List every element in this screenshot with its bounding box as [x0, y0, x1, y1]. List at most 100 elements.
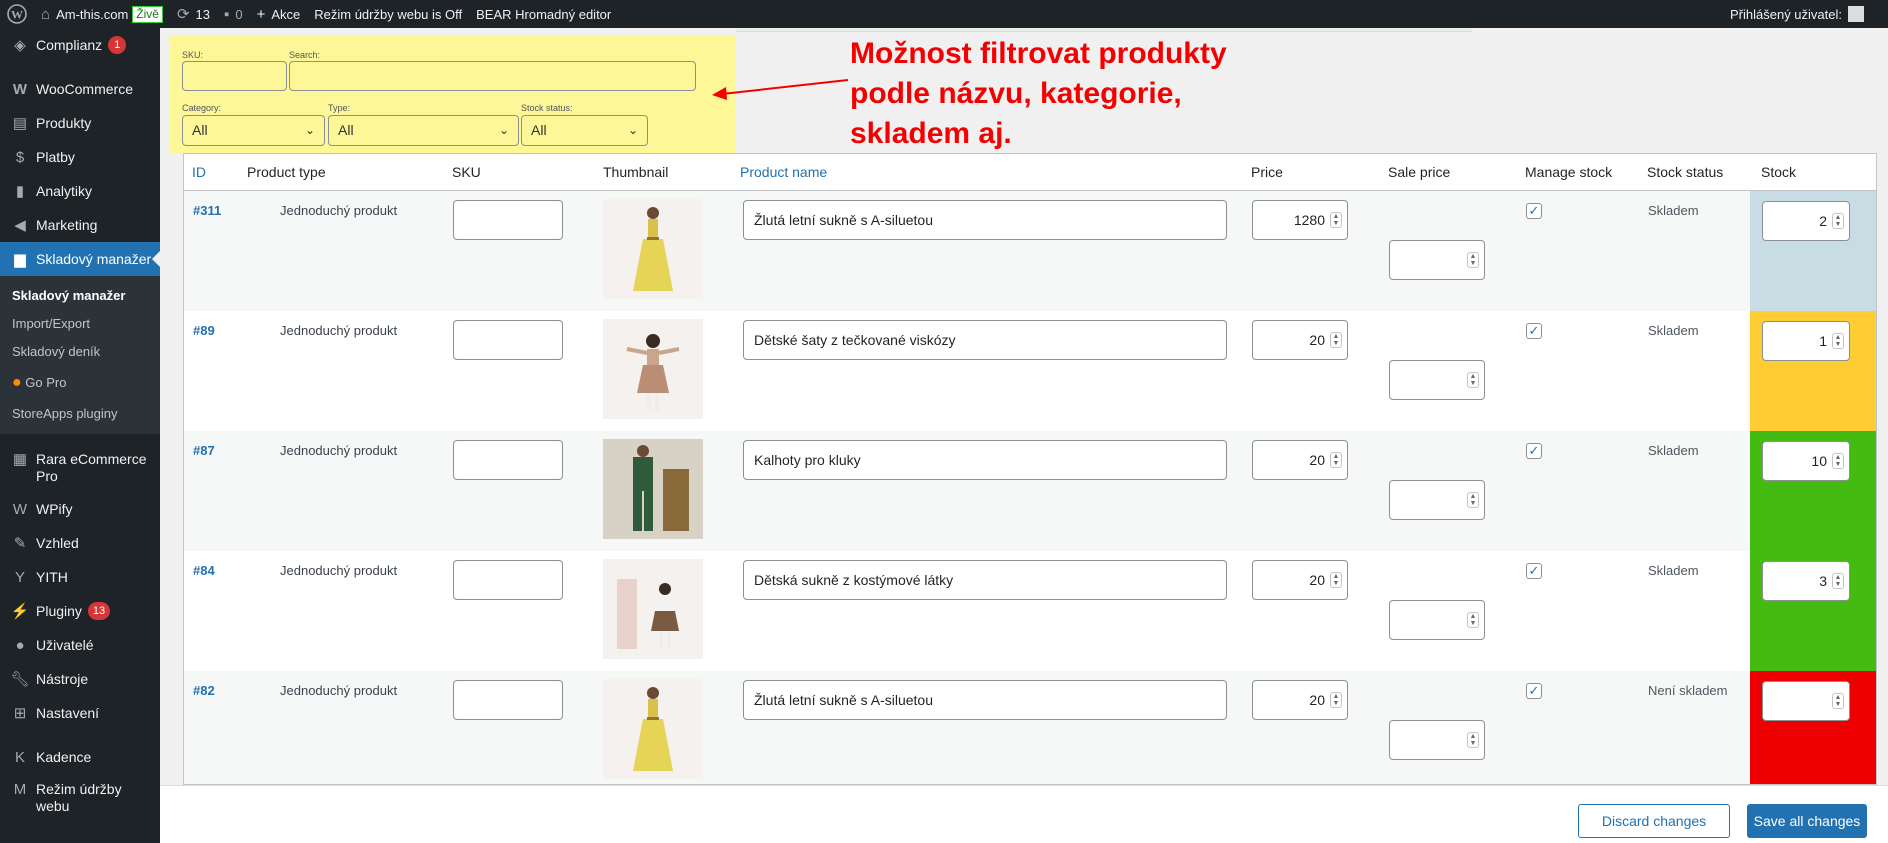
sidebar-item-nastroje[interactable]: 🔧︎ Nástroje — [0, 662, 160, 696]
product-name-input[interactable]: Žlutá letní sukně s A-siluetou — [743, 680, 1227, 720]
spinner-icon[interactable]: ▲ ▼ — [1467, 612, 1479, 628]
stock-status-select[interactable]: All ⌄ — [521, 115, 648, 146]
column-header-id[interactable]: ID — [192, 164, 206, 180]
sku-input[interactable] — [453, 320, 563, 360]
sidebar-item-wpify[interactable]: W WPify — [0, 492, 160, 526]
product-id-link[interactable]: #87 — [193, 443, 215, 458]
sale-price-input[interactable]: ▲ ▼ — [1389, 360, 1485, 400]
sidebar-item-label: Marketing — [36, 217, 98, 233]
stock-status: Skladem — [1648, 323, 1699, 338]
price-input[interactable]: 20 ▲ ▼ — [1252, 320, 1348, 360]
price-input[interactable]: 1280 ▲ ▼ — [1252, 200, 1348, 240]
new-content-link[interactable]: + Akce — [250, 0, 308, 28]
sidebar-item-rezim-udrzby[interactable]: M Režim údržby webu — [0, 774, 160, 822]
spinner-icon[interactable]: ▲ ▼ — [1330, 452, 1342, 468]
price-input[interactable]: 20 ▲ ▼ — [1252, 440, 1348, 480]
product-name-input[interactable]: Dětská sukně z kostýmové látky — [743, 560, 1227, 600]
footer-bar: Discard changes Save all changes — [160, 785, 1888, 843]
product-id-link[interactable]: #84 — [193, 563, 215, 578]
user-account-link[interactable]: Přihlášený uživatel: — [1723, 0, 1888, 28]
sale-price-input[interactable]: ▲ ▼ — [1389, 600, 1485, 640]
spinner-icon[interactable]: ▲ ▼ — [1832, 333, 1844, 349]
sidebar-item-marketing[interactable]: ◀ Marketing — [0, 208, 160, 242]
comments-count: 0 — [235, 6, 243, 22]
sale-price-input[interactable]: ▲ ▼ — [1389, 480, 1485, 520]
archive-icon: ▤ — [12, 115, 28, 132]
manage-stock-checkbox[interactable]: ✓ — [1526, 683, 1542, 699]
submenu-item-import-export[interactable]: Import/Export — [0, 310, 160, 338]
price-input[interactable]: 20 ▲ ▼ — [1252, 560, 1348, 600]
site-name-link[interactable]: ⌂ Am-this.com Živě — [34, 0, 170, 28]
discard-changes-button[interactable]: Discard changes — [1578, 804, 1730, 838]
category-select-value: All — [192, 122, 208, 138]
sku-input[interactable] — [453, 440, 563, 480]
save-all-changes-button[interactable]: Save all changes — [1747, 804, 1867, 838]
sale-price-input[interactable]: ▲ ▼ — [1389, 240, 1485, 280]
product-name-input[interactable]: Kalhoty pro kluky — [743, 440, 1227, 480]
submenu-item-skladovy-manazer[interactable]: Skladový manažer — [0, 282, 160, 310]
product-id-link[interactable]: #82 — [193, 683, 215, 698]
sidebar-item-woocommerce[interactable]: W WooCommerce — [0, 72, 160, 106]
sku-filter-input[interactable] — [182, 61, 287, 91]
updates-link[interactable]: ⟳ 13 — [170, 0, 217, 28]
spinner-icon[interactable]: ▲ ▼ — [1330, 692, 1342, 708]
spinner-icon[interactable]: ▲ ▼ — [1467, 372, 1479, 388]
submenu-item-skladovy-denik[interactable]: Skladový deník — [0, 338, 160, 366]
spinner-icon[interactable]: ▲ ▼ — [1832, 573, 1844, 589]
search-input[interactable] — [289, 61, 696, 91]
sku-input[interactable] — [453, 560, 563, 600]
spinner-icon[interactable]: ▲ ▼ — [1832, 693, 1844, 709]
sku-input[interactable] — [453, 200, 563, 240]
spinner-icon[interactable]: ▲ ▼ — [1467, 492, 1479, 508]
manage-stock-checkbox[interactable]: ✓ — [1526, 563, 1542, 579]
column-header-product-name[interactable]: Product name — [740, 164, 827, 180]
category-select[interactable]: All ⌄ — [182, 115, 325, 146]
stock-input[interactable]: 10 ▲ ▼ — [1762, 441, 1850, 481]
spinner-icon[interactable]: ▲ ▼ — [1467, 732, 1479, 748]
product-id-link[interactable]: #311 — [193, 203, 221, 218]
sale-price-input[interactable]: ▲ ▼ — [1389, 720, 1485, 760]
sidebar-item-vzhled[interactable]: ✎ Vzhled — [0, 526, 160, 560]
wordpress-logo-icon[interactable]: W — [0, 0, 34, 28]
sidebar-item-label: Režim údržby webu — [36, 781, 122, 814]
comments-link[interactable]: ▪ 0 — [217, 0, 250, 28]
submenu-item-go-pro[interactable]: ● Go Pro — [0, 366, 160, 400]
column-header-product-type: Product type — [247, 164, 326, 180]
product-name-input[interactable]: Žlutá letní sukně s A-siluetou — [743, 200, 1227, 240]
maintenance-status-link[interactable]: Režim údržby webu is Off — [307, 0, 469, 28]
sidebar-item-skladovy-manazer[interactable]: ▆ Skladový manažer — [0, 242, 160, 276]
product-name-input[interactable]: Dětské šaty z tečkované viskózy — [743, 320, 1227, 360]
sidebar-item-uzivatele[interactable]: ● Uživatelé — [0, 628, 160, 662]
spinner-icon[interactable]: ▲ ▼ — [1330, 212, 1342, 228]
bear-editor-link[interactable]: BEAR Hromadný editor — [469, 0, 618, 28]
stock-input[interactable]: 2 ▲ ▼ — [1762, 201, 1850, 241]
sidebar-item-pluginy[interactable]: ⚡ Pluginy 13 — [0, 594, 160, 628]
manage-stock-checkbox[interactable]: ✓ — [1526, 323, 1542, 339]
manage-stock-checkbox[interactable]: ✓ — [1526, 443, 1542, 459]
sidebar-item-complianz[interactable]: ◈ Complianz 1 — [0, 28, 160, 62]
stock-input[interactable]: 3 ▲ ▼ — [1762, 561, 1850, 601]
price-input[interactable]: 20 ▲ ▼ — [1252, 680, 1348, 720]
spinner-icon[interactable]: ▲ ▼ — [1330, 332, 1342, 348]
sidebar-item-produkty[interactable]: ▤ Produkty — [0, 106, 160, 140]
product-id-link[interactable]: #89 — [193, 323, 215, 338]
stock-input[interactable]: 1 ▲ ▼ — [1762, 321, 1850, 361]
money-icon: $ — [15, 148, 25, 166]
spinner-icon[interactable]: ▲ ▼ — [1467, 252, 1479, 268]
sku-input[interactable] — [453, 680, 563, 720]
spinner-icon[interactable]: ▲ ▼ — [1832, 213, 1844, 229]
product-type: Jednoduchý produkt — [280, 203, 398, 218]
spinner-icon[interactable]: ▲ ▼ — [1832, 453, 1844, 469]
submenu-item-storeapps[interactable]: StoreApps pluginy — [0, 400, 160, 428]
sidebar-item-rara[interactable]: ▦ Rara eCommerce Pro — [0, 444, 160, 492]
sidebar-item-nastaveni[interactable]: ⊞ Nastavení — [0, 696, 160, 730]
manage-stock-checkbox[interactable]: ✓ — [1526, 203, 1542, 219]
type-select[interactable]: All ⌄ — [328, 115, 519, 146]
sidebar-item-yith[interactable]: Y YITH — [0, 560, 160, 594]
spinner-icon[interactable]: ▲ ▼ — [1330, 572, 1342, 588]
stock-level-cell: 1 ▲ ▼ — [1750, 311, 1876, 431]
sidebar-item-platby[interactable]: $ Platby — [0, 140, 160, 174]
stock-input[interactable]: ▲ ▼ — [1762, 681, 1850, 721]
sidebar-item-analytiky[interactable]: ▮ Analytiky — [0, 174, 160, 208]
sidebar-item-kadence[interactable]: K Kadence — [0, 740, 160, 774]
